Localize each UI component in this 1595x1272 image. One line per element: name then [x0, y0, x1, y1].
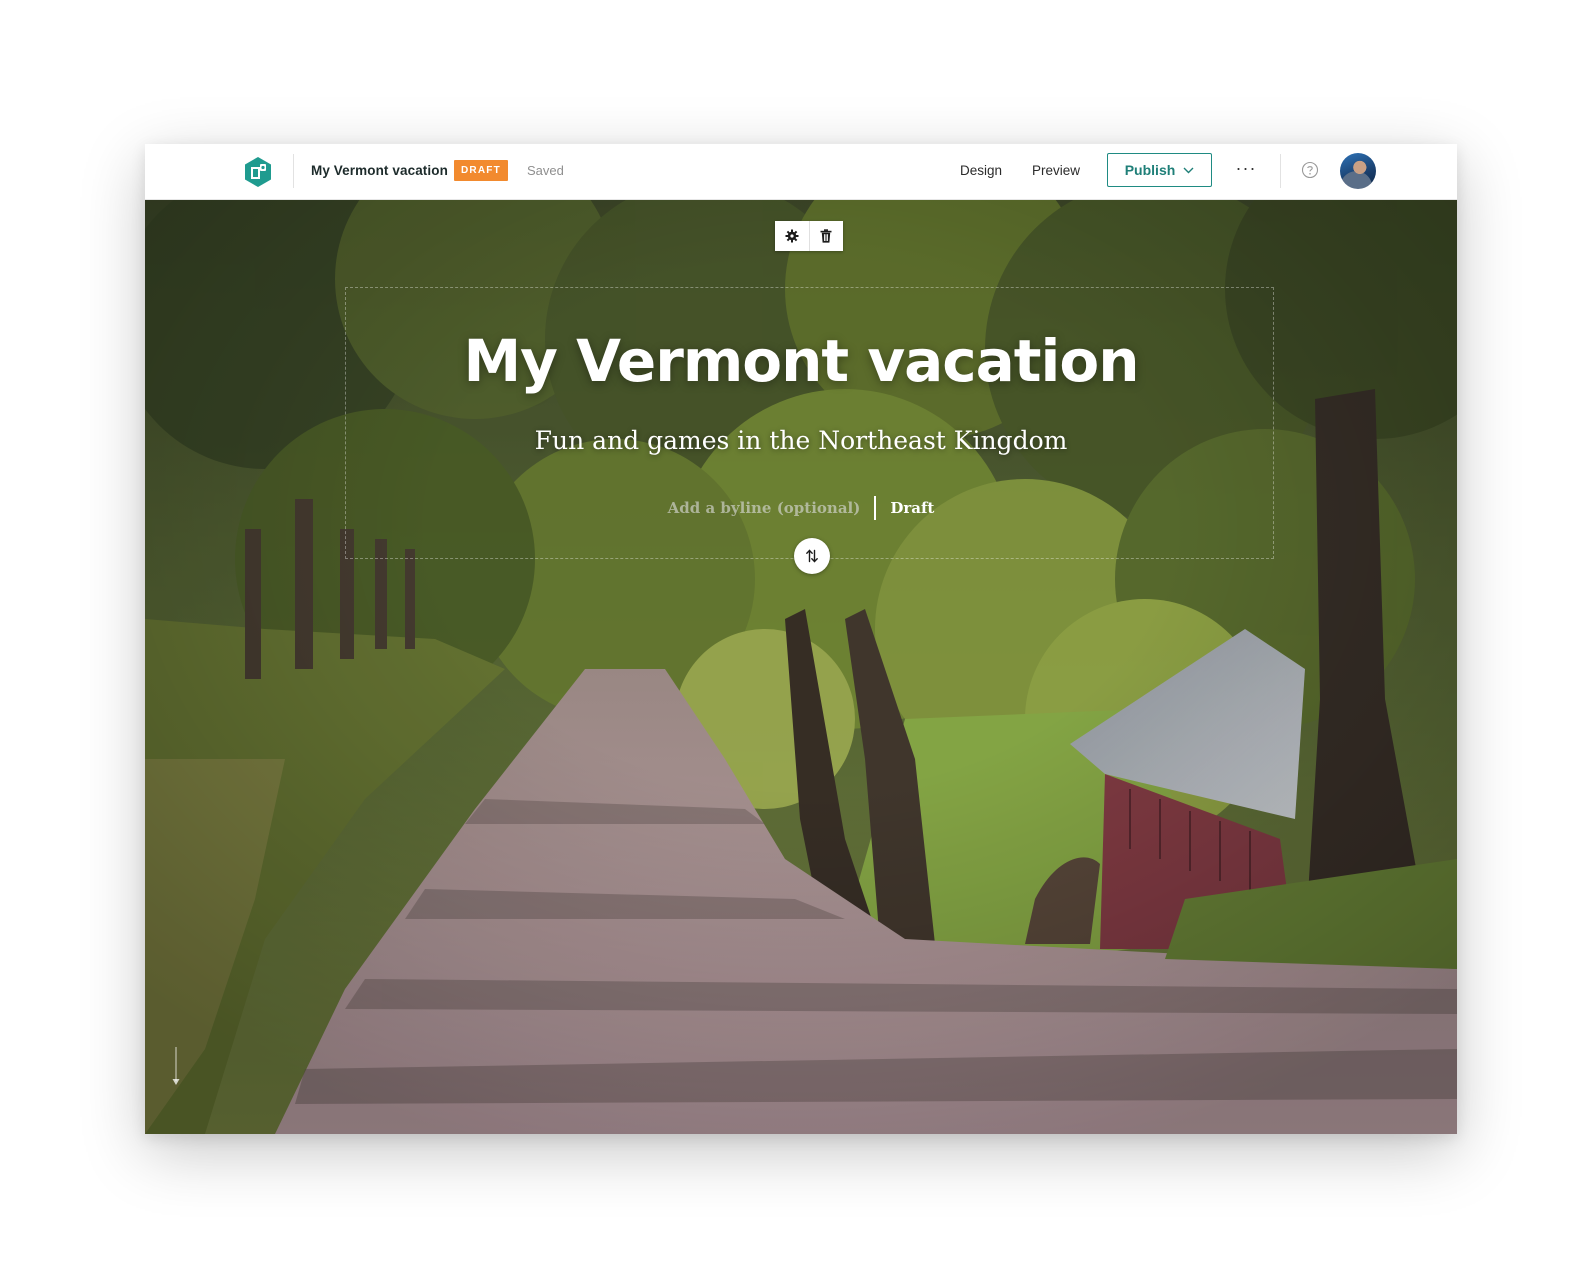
divider	[1280, 154, 1281, 188]
chevron-down-icon	[1183, 167, 1194, 173]
preview-button[interactable]: Preview	[1032, 163, 1080, 178]
ellipsis-icon[interactable]: ···	[1234, 158, 1258, 182]
story-title[interactable]: My Vermont vacation	[311, 163, 448, 178]
story-cover: My Vermont vacation Fun and games in the…	[145, 199, 1457, 1134]
scroll-down-arrow-icon[interactable]	[171, 1047, 181, 1087]
cover-block-toolbar	[775, 221, 843, 251]
save-status: Saved	[527, 163, 564, 178]
top-bar: My Vermont vacation DRAFT Saved Design P…	[145, 144, 1457, 200]
story-heading[interactable]: My Vermont vacation	[145, 327, 1457, 395]
trash-icon[interactable]	[808, 221, 844, 251]
help-circle-icon[interactable]	[1301, 161, 1319, 179]
publish-status: Draft	[890, 499, 935, 517]
publish-button[interactable]: Publish	[1107, 153, 1212, 187]
browser-window: My Vermont vacation DRAFT Saved Design P…	[145, 144, 1457, 1134]
byline-row: Add a byline (optional) Draft	[145, 496, 1457, 520]
status-badge: DRAFT	[454, 160, 508, 181]
storymaps-logo-icon[interactable]	[243, 156, 273, 188]
user-avatar[interactable]	[1340, 153, 1376, 189]
swap-vertical-icon[interactable]	[794, 538, 830, 574]
divider	[293, 154, 294, 188]
design-button[interactable]: Design	[960, 163, 1002, 178]
story-subtitle[interactable]: Fun and games in the Northeast Kingdom	[145, 426, 1457, 455]
publish-button-label: Publish	[1124, 162, 1176, 178]
byline-divider	[874, 496, 877, 520]
byline-input[interactable]: Add a byline (optional)	[668, 499, 861, 517]
gear-icon[interactable]	[775, 221, 809, 251]
